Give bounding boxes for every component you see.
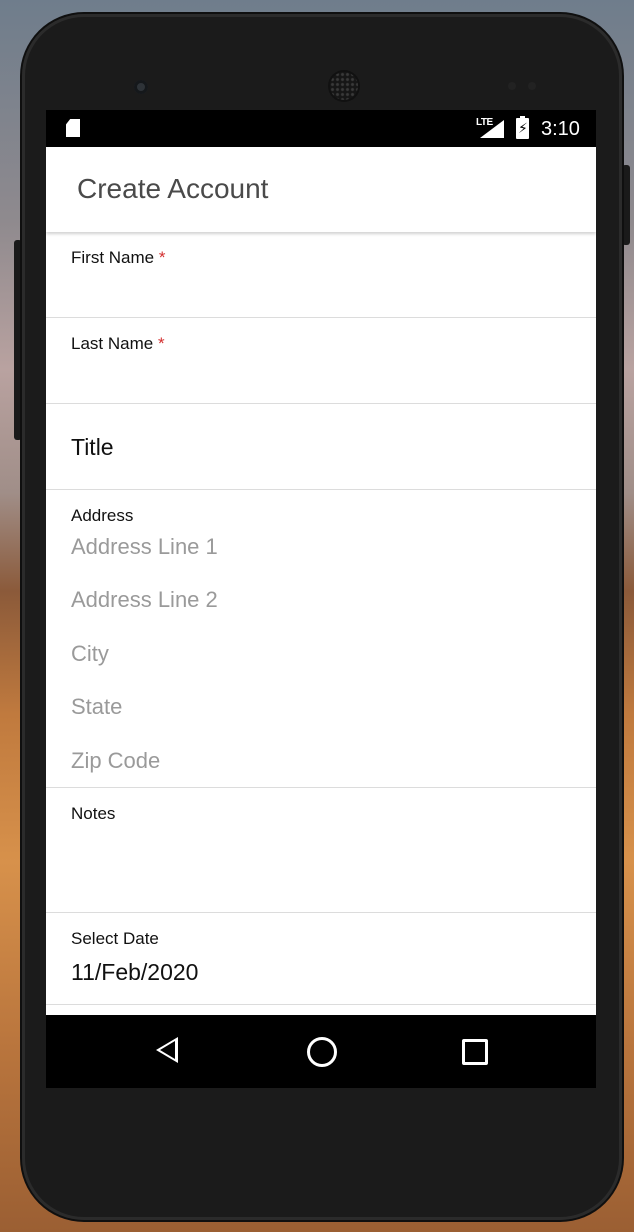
date-value: 11/Feb/2020 bbox=[71, 959, 199, 985]
notes-field[interactable]: Notes bbox=[46, 788, 596, 913]
address-label: Address bbox=[71, 506, 134, 525]
proximity-sensor bbox=[508, 82, 516, 90]
navigation-bar bbox=[46, 1015, 596, 1088]
volume-button bbox=[622, 165, 630, 245]
date-field[interactable]: Select Date 11/Feb/2020 bbox=[46, 913, 596, 1005]
last-name-label-text: Last Name bbox=[71, 334, 154, 353]
front-camera bbox=[134, 80, 148, 94]
network-type: LTE bbox=[476, 117, 493, 128]
status-time: 3:10 bbox=[541, 118, 580, 140]
back-icon-inner bbox=[160, 1041, 175, 1059]
first-name-label: First Name * bbox=[71, 248, 165, 268]
earpiece-speaker bbox=[330, 72, 358, 100]
state-input[interactable]: State bbox=[71, 694, 122, 720]
address-line2-input[interactable]: Address Line 2 bbox=[71, 587, 218, 613]
required-mark: * bbox=[157, 334, 165, 353]
create-account-form: First Name * Last Name * Title Address A… bbox=[46, 232, 596, 1005]
first-name-field[interactable]: First Name * bbox=[46, 232, 596, 318]
power-button bbox=[14, 240, 22, 440]
home-icon[interactable] bbox=[307, 1037, 337, 1067]
address-line1-input[interactable]: Address Line 1 bbox=[71, 534, 218, 560]
title-placeholder: Title bbox=[71, 434, 114, 460]
required-mark: * bbox=[158, 248, 166, 267]
first-name-label-text: First Name bbox=[71, 248, 155, 267]
notes-label: Notes bbox=[71, 804, 116, 823]
zip-code-input[interactable]: Zip Code bbox=[71, 748, 160, 774]
charging-icon: ⚡ bbox=[518, 120, 528, 136]
city-input[interactable]: City bbox=[71, 641, 109, 667]
title-field[interactable]: Title bbox=[46, 404, 596, 490]
device-screen: LTE ⚡ 3:10 Create Account First Name * L… bbox=[46, 110, 596, 1088]
status-bar: LTE ⚡ 3:10 bbox=[46, 110, 596, 147]
recents-icon[interactable] bbox=[462, 1039, 488, 1065]
app-bar: Create Account bbox=[46, 147, 596, 232]
last-name-field[interactable]: Last Name * bbox=[46, 318, 596, 404]
light-sensor bbox=[528, 82, 536, 90]
last-name-label: Last Name * bbox=[71, 334, 165, 354]
date-label: Select Date bbox=[71, 929, 159, 948]
page-title: Create Account bbox=[77, 173, 269, 204]
address-field: Address Address Line 1 Address Line 2 Ci… bbox=[46, 490, 596, 788]
sd-card-icon bbox=[66, 119, 80, 137]
